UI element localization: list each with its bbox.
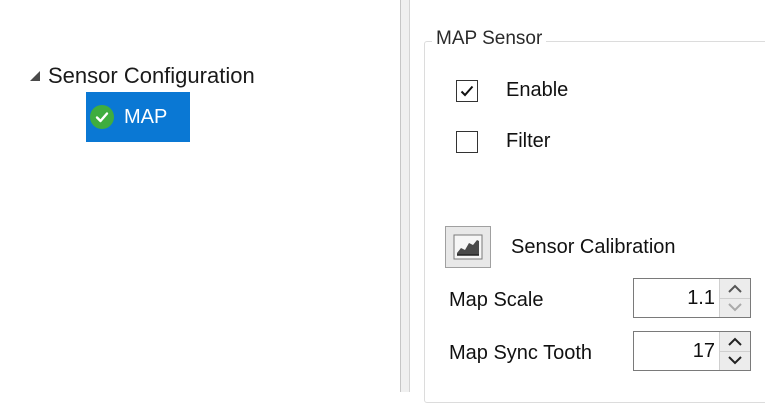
groupbox-title: MAP Sensor xyxy=(432,28,547,50)
map-sync-tooth-increment-button[interactable] xyxy=(720,332,750,352)
chart-icon xyxy=(453,234,483,260)
tree-pane xyxy=(0,0,401,392)
expanded-triangle-icon[interactable] xyxy=(26,67,44,85)
enable-label: Enable xyxy=(506,79,569,101)
enable-checkbox[interactable] xyxy=(456,79,478,102)
check-circle-icon xyxy=(90,105,114,129)
map-scale-label: Map Scale xyxy=(449,289,544,311)
map-scale-decrement-button[interactable] xyxy=(720,298,750,317)
tree-node-label: MAP xyxy=(124,105,168,128)
tree-node-map[interactable]: MAP xyxy=(86,92,190,142)
chevron-up-icon xyxy=(728,337,742,346)
checkmark-icon xyxy=(460,85,474,96)
tree-node-label: Sensor Configuration xyxy=(48,63,255,88)
chevron-up-icon xyxy=(728,284,742,293)
map-sync-tooth-label: Map Sync Tooth xyxy=(449,342,593,364)
tree-node-sensor-configuration[interactable]: Sensor Configuration xyxy=(26,60,255,92)
map-sync-tooth-spinbox[interactable]: 17 xyxy=(633,331,751,371)
map-scale-spinbox[interactable]: 1.1 xyxy=(633,278,751,318)
filter-label: Filter xyxy=(506,130,551,152)
filter-checkbox-row[interactable]: Filter xyxy=(456,130,550,153)
map-scale-value[interactable]: 1.1 xyxy=(634,279,719,317)
sensor-calibration-label: Sensor Calibration xyxy=(511,235,676,258)
map-sync-tooth-decrement-button[interactable] xyxy=(720,351,750,370)
pane-splitter[interactable] xyxy=(401,0,410,392)
sensor-calibration-row: Sensor Calibration xyxy=(445,226,676,268)
map-sync-tooth-value[interactable]: 17 xyxy=(634,332,719,370)
map-scale-increment-button[interactable] xyxy=(720,279,750,299)
chevron-down-icon xyxy=(728,303,742,312)
enable-checkbox-row[interactable]: Enable xyxy=(456,79,568,102)
sensor-calibration-button[interactable] xyxy=(445,226,491,268)
filter-checkbox[interactable] xyxy=(456,130,478,153)
chevron-down-icon xyxy=(728,356,742,365)
